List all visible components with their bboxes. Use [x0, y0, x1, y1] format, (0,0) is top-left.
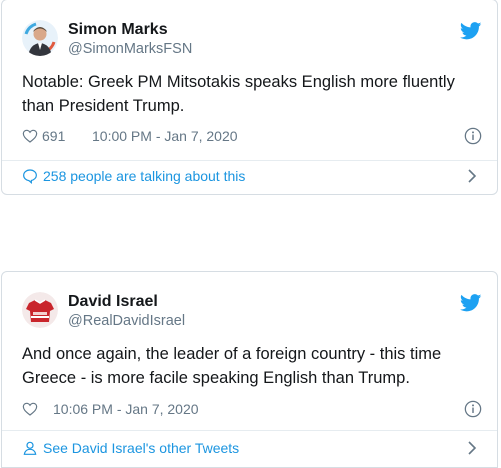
author-name[interactable]: Simon Marks	[68, 21, 168, 39]
heart-icon[interactable]	[22, 401, 38, 417]
person-icon	[22, 440, 38, 456]
profile-tweets-link[interactable]: See David Israel's other Tweets	[22, 438, 482, 460]
avatar[interactable]	[22, 20, 58, 56]
tweet-meta: 10:06 PM - Jan 7, 2020	[22, 400, 482, 420]
heart-icon[interactable]	[22, 128, 38, 144]
conversation-text[interactable]: 258 people are talking about this	[43, 168, 245, 184]
tweet-text: Notable: Greek PM Mitsotakis speaks Engl…	[22, 73, 455, 115]
tweet-card: Simon Marks @SimonMarksFSN Notable: Gree…	[1, 0, 498, 195]
info-icon[interactable]	[464, 400, 482, 418]
tweet-card: David Israel @RealDavidIsrael And once a…	[1, 271, 498, 468]
twitter-bird-icon[interactable]	[459, 294, 482, 312]
chevron-right-icon[interactable]	[466, 168, 478, 184]
tweet-timestamp[interactable]: 10:06 PM - Jan 7, 2020	[53, 401, 199, 417]
tweet-meta: 691 10:00 PM - Jan 7, 2020	[22, 127, 482, 147]
avatar[interactable]	[22, 292, 58, 328]
author-handle[interactable]: @SimonMarksFSN	[68, 41, 192, 57]
tweet-header: Simon Marks @SimonMarksFSN	[22, 20, 482, 60]
info-icon[interactable]	[464, 127, 482, 145]
twitter-bird-icon[interactable]	[459, 22, 482, 40]
divider	[2, 160, 497, 161]
tweet-header: David Israel @RealDavidIsrael	[22, 292, 482, 332]
author-name[interactable]: David Israel	[68, 293, 158, 311]
comment-bubble-icon	[22, 168, 38, 184]
chevron-right-icon[interactable]	[466, 440, 478, 456]
divider	[2, 430, 497, 431]
author-handle[interactable]: @RealDavidIsrael	[68, 313, 185, 329]
like-count[interactable]: 691	[42, 128, 65, 144]
tweet-timestamp[interactable]: 10:00 PM - Jan 7, 2020	[92, 128, 238, 144]
conversation-link[interactable]: 258 people are talking about this	[22, 166, 482, 188]
tweet-text: And once again, the leader of a foreign …	[22, 345, 442, 387]
profile-tweets-text[interactable]: See David Israel's other Tweets	[43, 440, 239, 456]
